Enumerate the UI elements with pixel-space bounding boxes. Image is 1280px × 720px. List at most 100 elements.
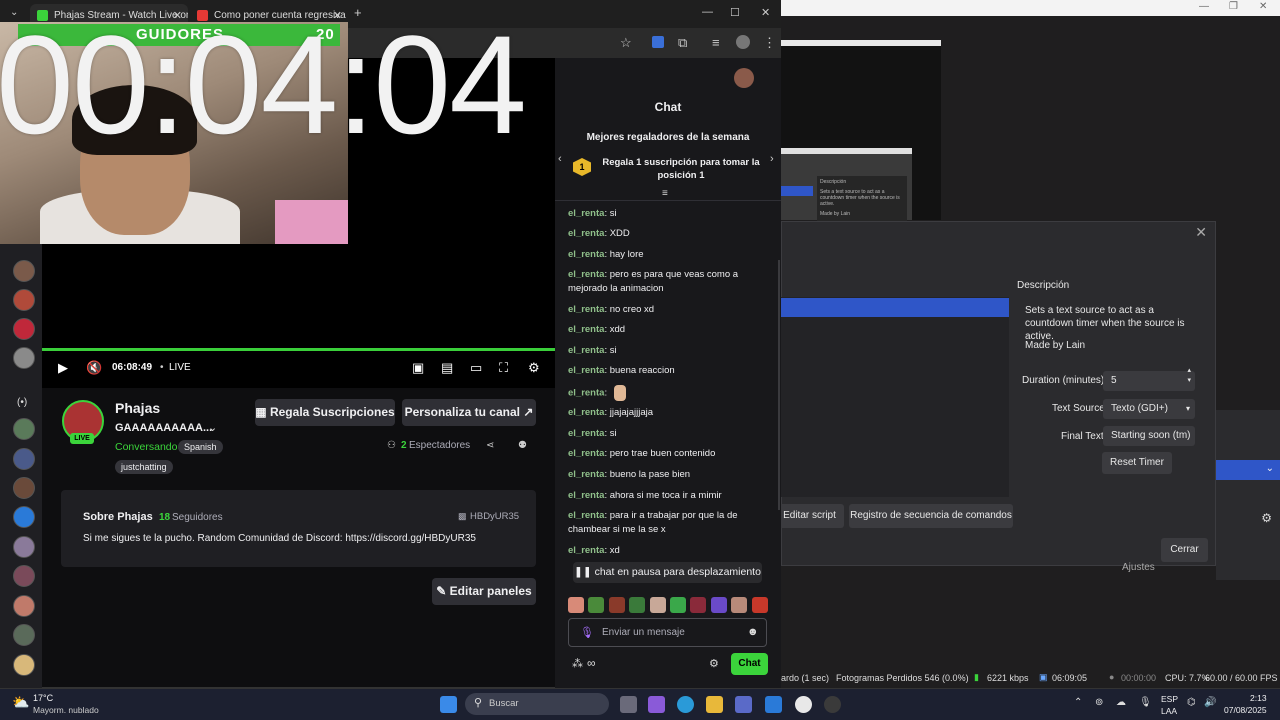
chat-username[interactable]: el_renta bbox=[568, 545, 604, 556]
theatre-mode-icon[interactable]: ▭ bbox=[470, 360, 482, 376]
emote-icon[interactable] bbox=[629, 597, 645, 613]
chat-username[interactable]: el_renta bbox=[568, 345, 604, 356]
weather-icon[interactable]: ⛅ bbox=[12, 694, 29, 711]
share-icon[interactable]: ⋖ bbox=[486, 440, 494, 451]
chat-scrollbar[interactable] bbox=[778, 260, 780, 510]
chat-username[interactable]: el_renta bbox=[568, 510, 604, 521]
chat-settings-icon[interactable]: ⚙ bbox=[709, 657, 719, 670]
star-icon[interactable]: ☆ bbox=[620, 35, 632, 51]
channel-avatar[interactable] bbox=[13, 448, 35, 470]
stream-tag[interactable]: justchatting bbox=[115, 460, 173, 474]
obs-maximize-icon[interactable]: ❐ bbox=[1229, 1, 1238, 12]
gift-subs-button[interactable]: ▦ Regala Suscripciones bbox=[255, 399, 395, 426]
fullscreen-icon[interactable]: ⛶ bbox=[499, 360, 508, 376]
task-view-icon[interactable] bbox=[620, 696, 637, 713]
menu-icon[interactable]: ⋮ bbox=[763, 35, 776, 51]
channel-avatar[interactable] bbox=[13, 595, 35, 617]
channel-avatar[interactable] bbox=[13, 654, 35, 676]
close-window-icon[interactable]: ✕ bbox=[761, 6, 770, 19]
minimize-icon[interactable]: — bbox=[702, 6, 713, 18]
customize-channel-button[interactable]: Personaliza tu canal ↗ bbox=[402, 399, 536, 426]
obs-icon[interactable] bbox=[824, 696, 841, 713]
duration-input[interactable]: 5 ▴ ▾ bbox=[1103, 367, 1195, 391]
emote-icon[interactable] bbox=[568, 597, 584, 613]
microphone-icon[interactable]: 🎙 bbox=[580, 626, 594, 639]
chat-username[interactable]: el_renta bbox=[568, 324, 604, 335]
final-text-input[interactable]: Starting soon (tm) bbox=[1103, 426, 1195, 446]
obs-minimize-icon[interactable]: — bbox=[1199, 1, 1209, 12]
infinity-icon[interactable]: ∞ bbox=[587, 656, 596, 670]
chat-paused-button[interactable]: ❚❚ chat en pausa para desplazamiento bbox=[573, 562, 762, 583]
edit-panels-button[interactable]: ✎ Editar paneles bbox=[432, 578, 536, 605]
channel-avatar[interactable] bbox=[13, 418, 35, 440]
taskbar-search[interactable]: ⚲ Buscar bbox=[465, 693, 609, 715]
channel-avatar[interactable] bbox=[13, 260, 35, 282]
channel-avatar[interactable] bbox=[13, 536, 35, 558]
script-list[interactable] bbox=[781, 297, 1009, 497]
edit-script-button[interactable]: Editar script bbox=[775, 504, 844, 528]
volume-icon[interactable]: 🔊 bbox=[1204, 697, 1216, 708]
obs-dropdown-selected[interactable]: ⌄ bbox=[1216, 460, 1280, 480]
collapse-icon[interactable]: ≡ bbox=[662, 188, 668, 199]
emote-icon[interactable] bbox=[752, 597, 768, 613]
mini-player-icon[interactable]: ▣ bbox=[412, 360, 424, 376]
channel-avatar[interactable] bbox=[13, 289, 35, 311]
discord-handle[interactable]: HBDyUR35 bbox=[470, 511, 519, 522]
category-link[interactable]: Conversando bbox=[115, 441, 177, 453]
chat-username[interactable]: el_renta bbox=[568, 269, 604, 280]
emote-icon[interactable] bbox=[711, 597, 727, 613]
chat-username[interactable]: el_renta bbox=[568, 228, 604, 239]
channel-avatar[interactable] bbox=[13, 347, 35, 369]
player-progress-bar[interactable] bbox=[42, 348, 555, 351]
chat-input[interactable]: Enviar un mensaje bbox=[568, 618, 767, 647]
manage-user-icon[interactable]: ⚉ bbox=[518, 440, 527, 451]
chevron-left-icon[interactable]: ‹ bbox=[558, 153, 562, 165]
channel-name[interactable]: Phajas bbox=[115, 400, 160, 416]
clip-icon[interactable]: ▤ bbox=[441, 360, 453, 376]
reset-timer-button[interactable]: Reset Timer bbox=[1102, 452, 1172, 474]
channel-avatar[interactable] bbox=[13, 624, 35, 646]
channel-avatar[interactable] bbox=[13, 565, 35, 587]
maximize-icon[interactable]: ☐ bbox=[730, 6, 740, 19]
microphone-tray-icon[interactable]: 🎙 bbox=[1139, 697, 1152, 708]
channel-avatar[interactable] bbox=[13, 477, 35, 499]
chat-username[interactable]: el_renta bbox=[568, 448, 604, 459]
channel-avatar[interactable] bbox=[13, 506, 35, 528]
emote-icon[interactable] bbox=[650, 597, 666, 613]
edge-icon[interactable] bbox=[677, 696, 694, 713]
stepper-icon[interactable]: ▴ ▾ bbox=[1187, 366, 1191, 386]
extensions-icon[interactable]: ⧉ bbox=[678, 35, 687, 51]
emote-icon[interactable] bbox=[690, 597, 706, 613]
obs-close-icon[interactable]: ✕ bbox=[1259, 1, 1267, 12]
file-explorer-icon[interactable] bbox=[706, 696, 723, 713]
channel-avatar[interactable] bbox=[13, 318, 35, 340]
media-icon[interactable]: ≡ bbox=[712, 35, 720, 50]
chat-send-button[interactable]: Chat bbox=[731, 653, 768, 675]
network-icon[interactable]: ⌬ bbox=[1187, 697, 1196, 708]
language-tag[interactable]: Spanish bbox=[178, 440, 223, 454]
emote-icon[interactable] bbox=[670, 597, 686, 613]
chat-username[interactable]: el_renta bbox=[568, 304, 604, 315]
script-log-button[interactable]: Registro de secuencia de comandos bbox=[849, 504, 1013, 528]
dialog-close-icon[interactable]: ✕ bbox=[1195, 224, 1207, 241]
store-icon[interactable] bbox=[765, 696, 782, 713]
onedrive-icon[interactable]: ☁ bbox=[1116, 697, 1126, 708]
windows-start-icon[interactable] bbox=[440, 696, 457, 713]
chat-username[interactable]: el_renta bbox=[568, 428, 604, 439]
teams-icon[interactable] bbox=[735, 696, 752, 713]
play-icon[interactable]: ▶ bbox=[58, 360, 68, 376]
chevron-down-icon[interactable]: ⌄ bbox=[208, 421, 217, 434]
chrome-icon[interactable] bbox=[795, 696, 812, 713]
chat-username[interactable]: el_renta bbox=[568, 365, 604, 376]
translate-icon[interactable] bbox=[652, 36, 664, 48]
chat-username[interactable]: el_renta bbox=[568, 388, 604, 399]
emote-icon[interactable] bbox=[731, 597, 747, 613]
chat-username[interactable]: el_renta bbox=[568, 469, 604, 480]
clock-time[interactable]: 2:13 bbox=[1250, 693, 1267, 703]
script-list-selected[interactable] bbox=[781, 298, 1009, 317]
chevron-right-icon[interactable]: › bbox=[770, 153, 774, 165]
gear-icon[interactable]: ⚙ bbox=[1261, 511, 1272, 525]
chat-username[interactable]: el_renta bbox=[568, 208, 604, 219]
emote-icon[interactable] bbox=[588, 597, 604, 613]
copilot-icon[interactable] bbox=[648, 696, 665, 713]
